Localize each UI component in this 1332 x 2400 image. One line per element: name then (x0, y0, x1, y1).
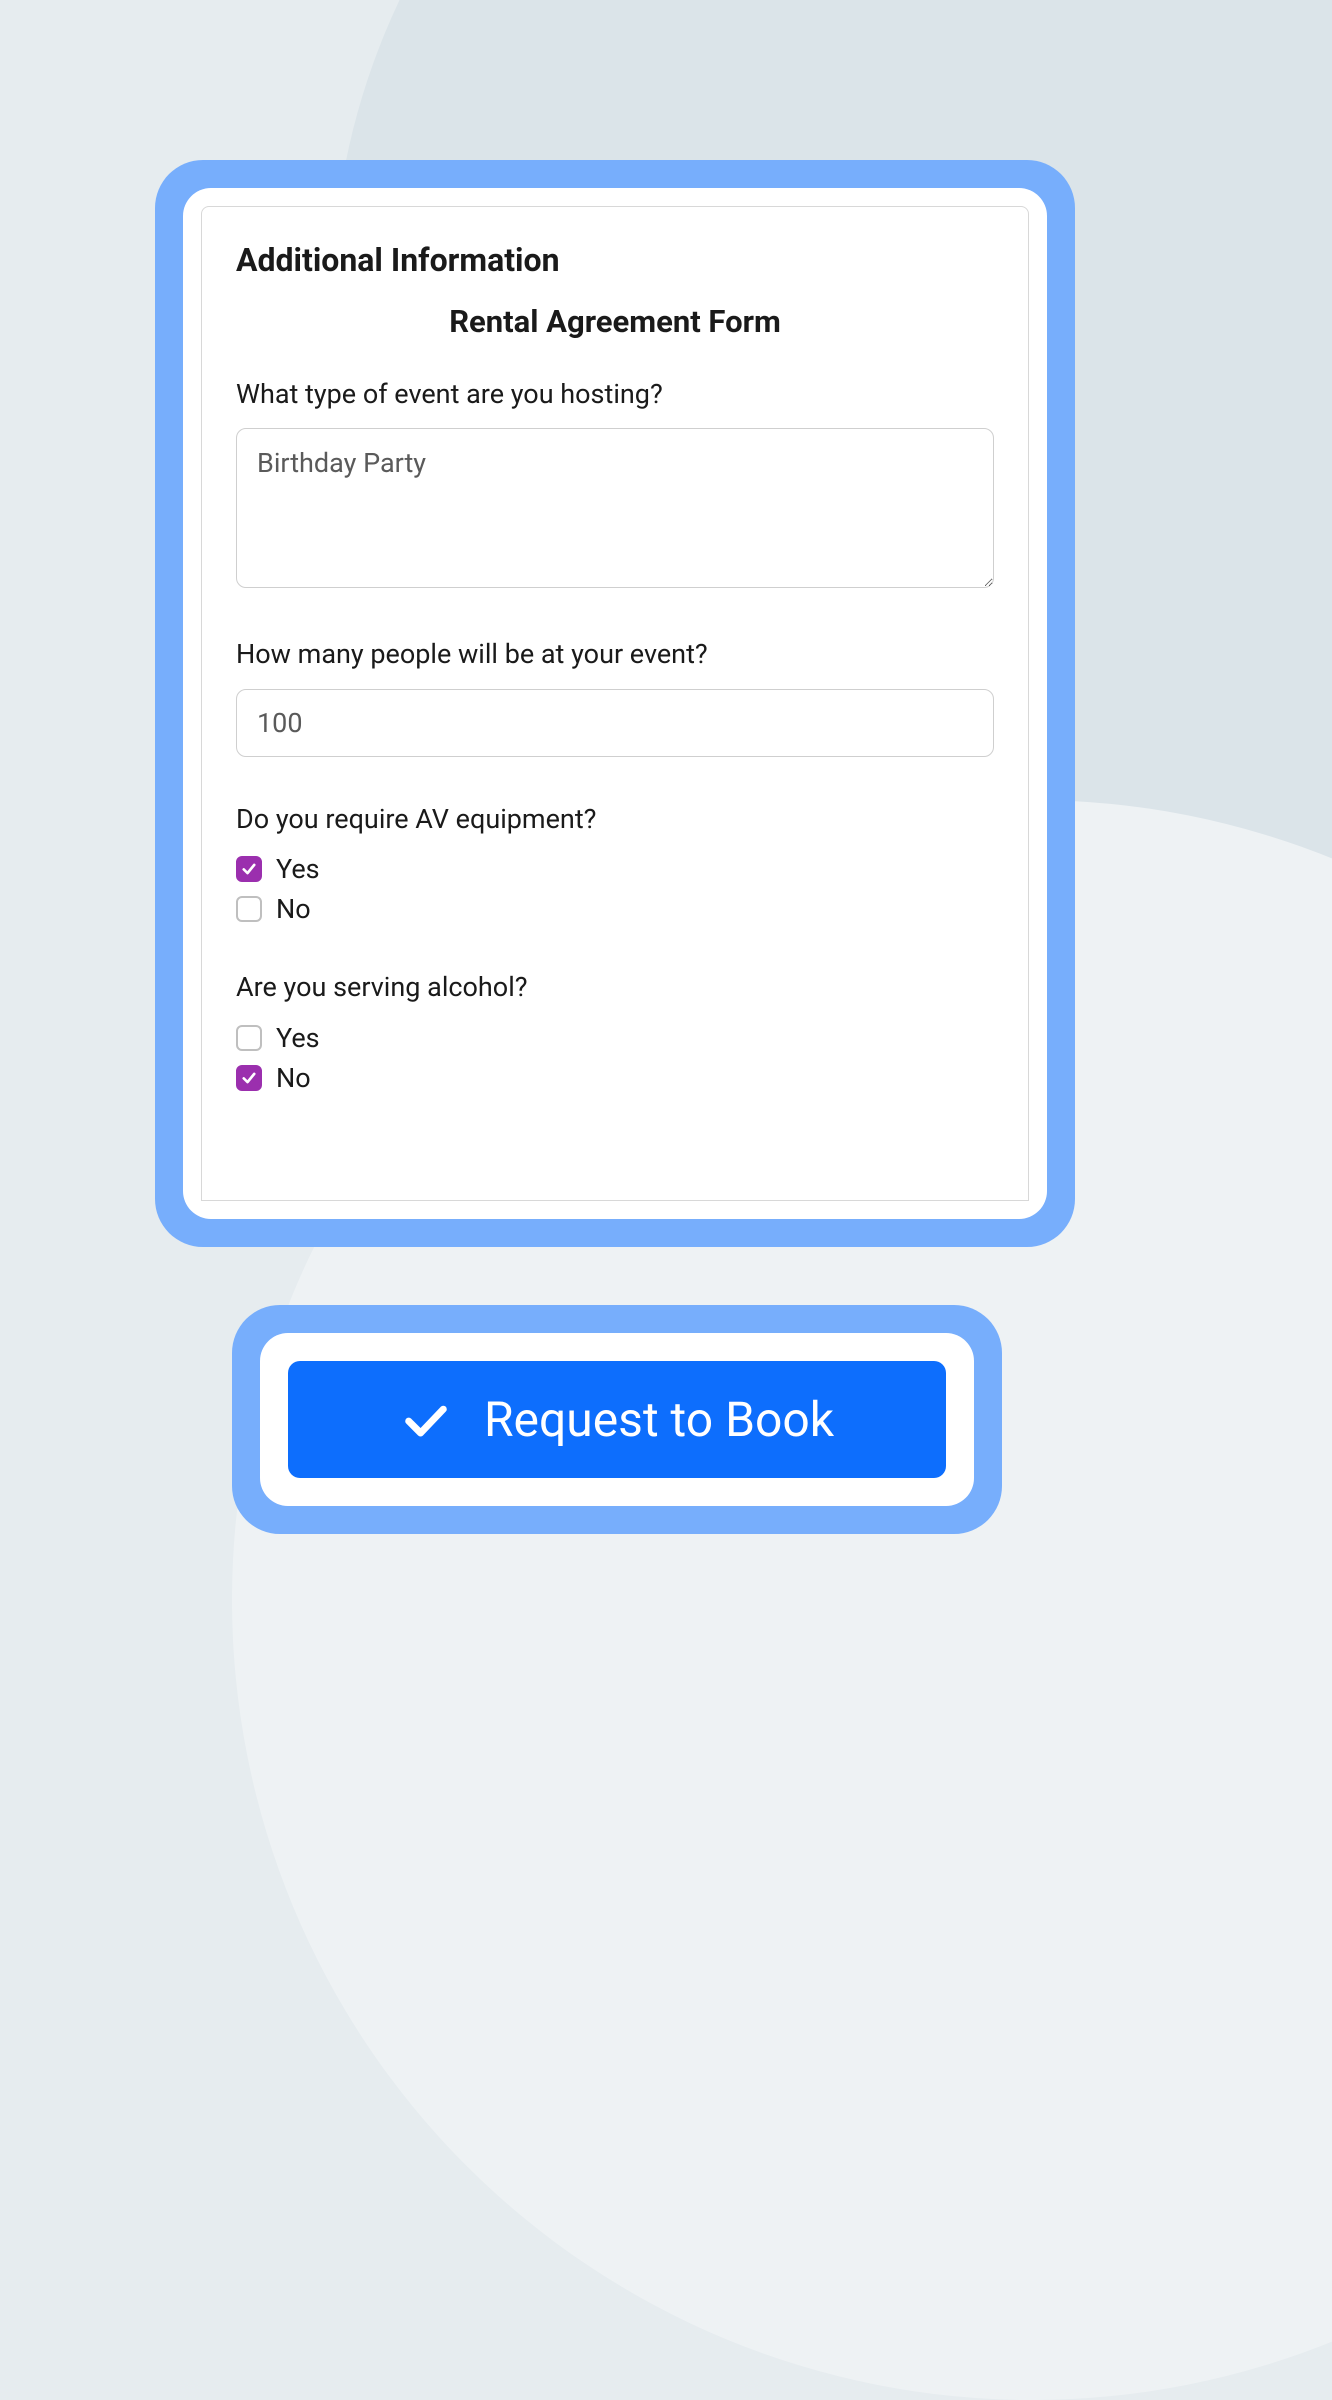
form-card: Additional Information Rental Agreement … (183, 188, 1047, 1219)
check-icon (240, 860, 258, 878)
checkbox-alcohol-no[interactable] (236, 1065, 262, 1091)
cta-card: Request to Book (260, 1333, 974, 1506)
question-label: What type of event are you hosting? (236, 376, 994, 412)
form-card-highlight: Additional Information Rental Agreement … (155, 160, 1075, 1247)
option-label: Yes (276, 1022, 320, 1054)
question-alcohol: Are you serving alcohol? Yes No (236, 969, 994, 1093)
question-label: Are you serving alcohol? (236, 969, 994, 1005)
option-label: No (276, 893, 311, 925)
event-type-textarea[interactable] (236, 428, 994, 588)
checkbox-av-no[interactable] (236, 896, 262, 922)
form-title: Rental Agreement Form (236, 303, 994, 340)
option-row: No (236, 1062, 994, 1094)
question-label: How many people will be at your event? (236, 636, 994, 672)
options-group: Yes No (236, 1022, 994, 1094)
option-label: Yes (276, 853, 320, 885)
cta-card-highlight: Request to Book (232, 1305, 1002, 1534)
option-row: Yes (236, 1022, 994, 1054)
section-heading: Additional Information (236, 241, 994, 279)
checkbox-av-yes[interactable] (236, 856, 262, 882)
option-row: Yes (236, 853, 994, 885)
cta-label: Request to Book (484, 1391, 834, 1448)
option-row: No (236, 893, 994, 925)
check-icon (400, 1394, 452, 1446)
question-event-type: What type of event are you hosting? (236, 376, 994, 592)
people-count-input[interactable] (236, 689, 994, 757)
checkbox-alcohol-yes[interactable] (236, 1025, 262, 1051)
form-panel: Additional Information Rental Agreement … (201, 206, 1029, 1201)
question-label: Do you require AV equipment? (236, 801, 994, 837)
options-group: Yes No (236, 853, 994, 925)
question-av-equipment: Do you require AV equipment? Yes No (236, 801, 994, 925)
request-to-book-button[interactable]: Request to Book (288, 1361, 946, 1478)
check-icon (240, 1069, 258, 1087)
question-people-count: How many people will be at your event? (236, 636, 994, 756)
option-label: No (276, 1062, 311, 1094)
